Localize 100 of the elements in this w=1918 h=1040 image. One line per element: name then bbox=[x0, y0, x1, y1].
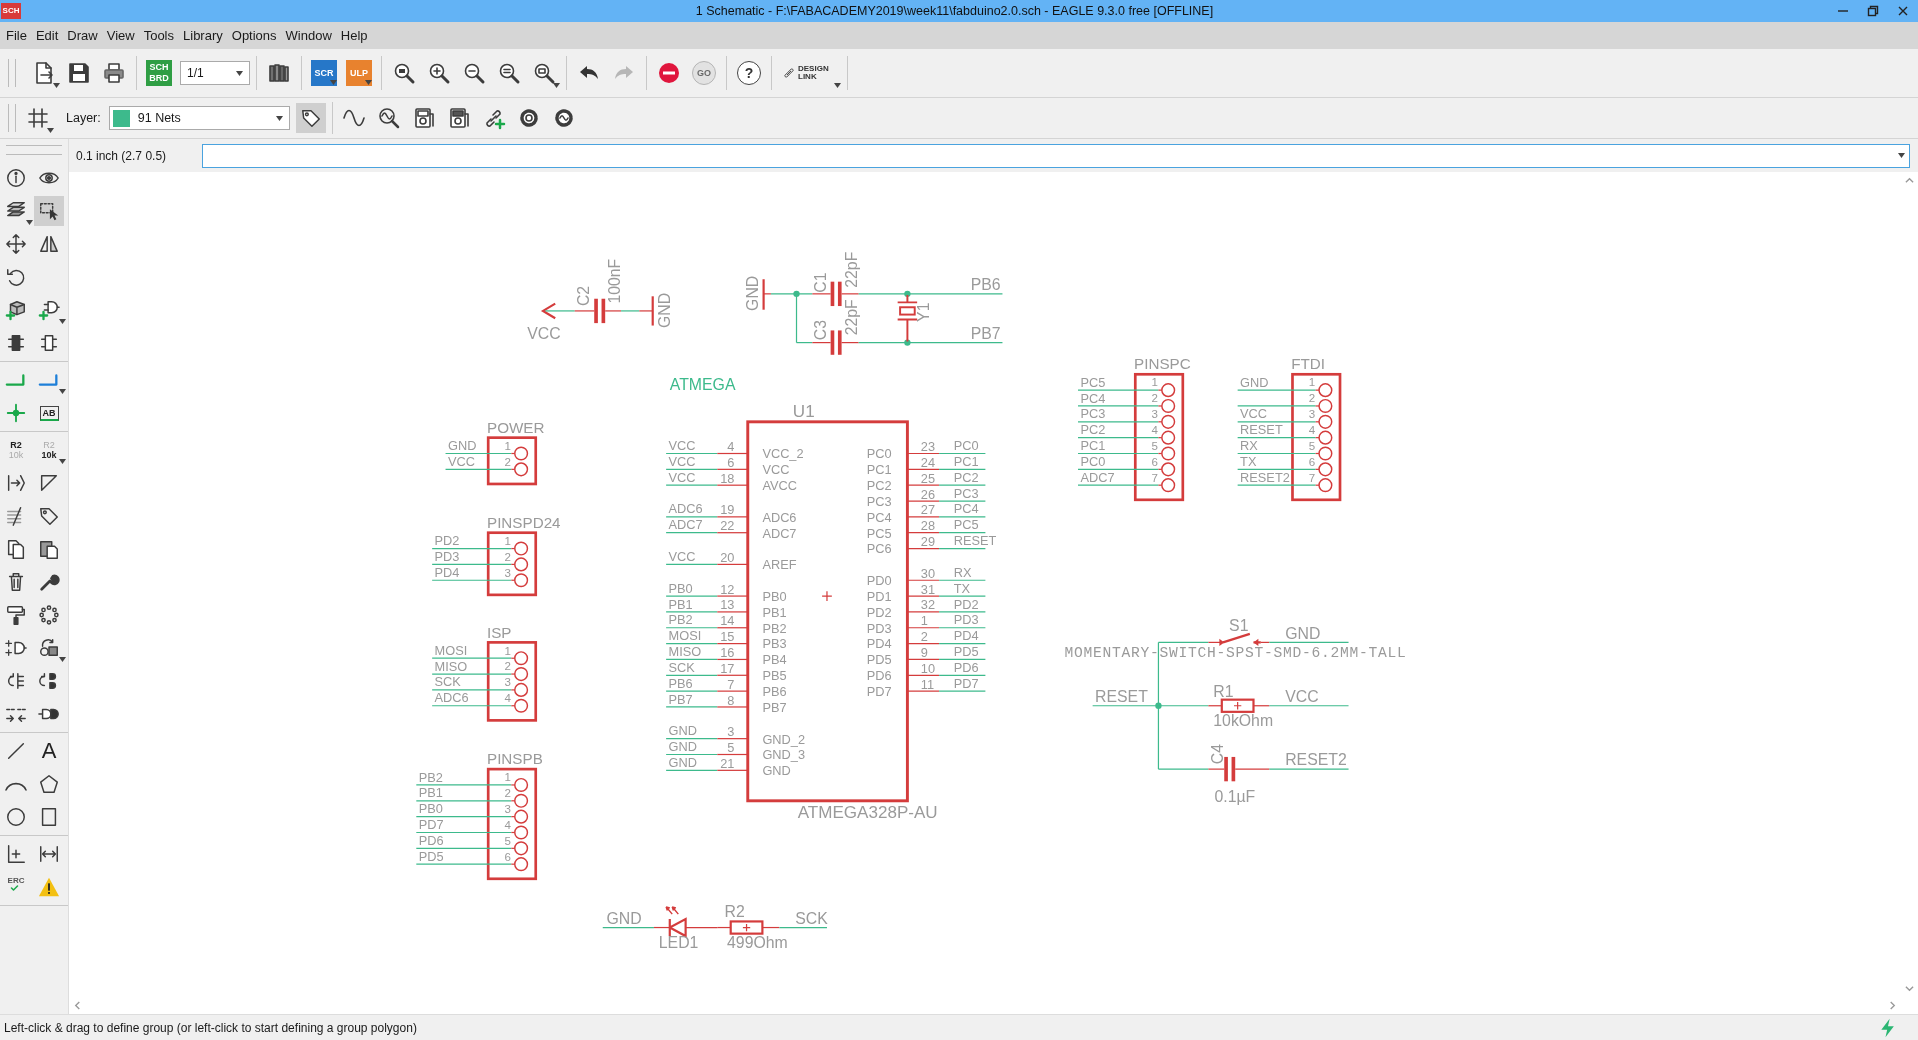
part-name: LED1 bbox=[658, 934, 699, 952]
pin-number: 31 bbox=[920, 581, 936, 597]
pin-number: 22 bbox=[720, 518, 735, 534]
pin-number: 18 bbox=[720, 470, 735, 486]
net-label: MISO bbox=[434, 658, 468, 674]
pin-number: 4 bbox=[1151, 424, 1158, 436]
pin-number: 17 bbox=[720, 660, 735, 676]
net-label: PC3 bbox=[1080, 406, 1106, 422]
tool-button[interactable]: R2 10k bbox=[1, 435, 31, 465]
net-label: PB0 bbox=[668, 580, 693, 596]
net-label: PC1 bbox=[953, 453, 979, 469]
net-label: PC2 bbox=[1080, 422, 1106, 438]
net-label: GND bbox=[743, 275, 761, 311]
part-name: PINSPB bbox=[487, 750, 543, 768]
net-label: PD2 bbox=[953, 596, 979, 612]
net-label: PB2 bbox=[668, 612, 693, 628]
pin-number: 5 bbox=[1151, 439, 1158, 452]
menu-item[interactable]: Library bbox=[179, 28, 227, 43]
net-label: PB0 bbox=[418, 801, 443, 817]
pin-name: PD4 bbox=[866, 636, 892, 652]
pin-name: PB7 bbox=[762, 699, 787, 715]
net-label: SCK bbox=[434, 674, 461, 690]
net-label: PD3 bbox=[434, 549, 460, 564]
net-label: PC1 bbox=[1080, 438, 1106, 454]
part-name: POWER bbox=[487, 418, 545, 436]
net-label: PD4 bbox=[953, 628, 979, 644]
net-label: GND bbox=[448, 438, 477, 454]
tool-button[interactable]: R2 10k bbox=[34, 435, 64, 465]
net-label: ADC7 bbox=[1080, 469, 1115, 485]
pin-number: 1 bbox=[504, 534, 511, 547]
pin-name: GND_3 bbox=[762, 747, 805, 763]
net-label: VCC bbox=[668, 549, 696, 564]
pin-name: ADC7 bbox=[762, 525, 797, 541]
pin-number: 3 bbox=[1151, 408, 1158, 421]
pin-name: PD1 bbox=[866, 588, 892, 604]
net-label: PD6 bbox=[418, 832, 444, 848]
pin-number: 9 bbox=[920, 645, 928, 660]
net-label: PD2 bbox=[434, 533, 460, 549]
pin-number: 20 bbox=[720, 549, 735, 565]
net-label: PC0 bbox=[953, 438, 979, 454]
pin-number: 24 bbox=[920, 454, 936, 470]
tool-button[interactable]: ERC bbox=[1, 872, 31, 902]
net-label: PC5 bbox=[1080, 374, 1106, 390]
part-value: 100nF bbox=[605, 258, 623, 304]
net-label: PD5 bbox=[953, 644, 979, 660]
pin-number: 3 bbox=[504, 676, 511, 689]
pin-number: 6 bbox=[1308, 455, 1316, 468]
part-value: 0.1µF bbox=[1214, 788, 1256, 805]
net-label: TX bbox=[953, 580, 971, 596]
pin-number: 6 bbox=[504, 850, 511, 863]
pin-name: PC3 bbox=[866, 493, 892, 509]
net-label: SCK bbox=[795, 909, 828, 927]
net-label: PD6 bbox=[953, 659, 979, 675]
sheet-select[interactable]: 1/1 bbox=[180, 61, 250, 85]
pin-number: 10 bbox=[920, 660, 936, 676]
menu-item[interactable]: Help bbox=[336, 28, 372, 43]
pin-name: PB5 bbox=[762, 668, 787, 684]
net-label: SCK bbox=[668, 659, 695, 675]
link-button[interactable]: DESIGN LINK bbox=[778, 57, 841, 89]
net-label: GND bbox=[655, 292, 673, 328]
layer-label: Layer: bbox=[66, 111, 101, 125]
net-label: RESET bbox=[953, 533, 997, 549]
net-label: RESET bbox=[1240, 422, 1283, 438]
tool-button[interactable]: A bbox=[34, 736, 64, 766]
net-label: ADC6 bbox=[434, 690, 469, 706]
pin-number: 1 bbox=[504, 771, 511, 784]
pin-name: PD5 bbox=[866, 652, 892, 668]
pin-number: 2 bbox=[920, 629, 928, 645]
pin-number: 4 bbox=[504, 692, 511, 705]
menu-item[interactable]: Tools bbox=[139, 28, 178, 43]
pin-number: 26 bbox=[920, 486, 936, 502]
part-value: 22pF bbox=[843, 251, 861, 288]
menu-item[interactable]: File bbox=[2, 28, 31, 43]
layer-select[interactable]: 91 Nets bbox=[108, 106, 290, 130]
part-name: ISP bbox=[487, 623, 512, 641]
menu-item[interactable]: View bbox=[102, 28, 139, 43]
part-name: C1 bbox=[811, 272, 829, 293]
menu-item[interactable]: Draw bbox=[63, 28, 102, 43]
menu-item[interactable]: Options bbox=[227, 28, 281, 43]
menu-item[interactable]: Edit bbox=[31, 28, 63, 43]
net-label: MISO bbox=[668, 644, 702, 660]
pin-number: 3 bbox=[727, 724, 735, 740]
pin-name: AREF bbox=[762, 557, 797, 573]
part-name: U1 bbox=[792, 401, 815, 421]
pin-number: 2 bbox=[504, 787, 511, 800]
menu-item[interactable]: Window bbox=[281, 28, 336, 43]
pin-number: 3 bbox=[1308, 408, 1316, 421]
net-label: RESET2 bbox=[1240, 469, 1290, 485]
pin-name: PD0 bbox=[866, 573, 892, 589]
net-label: PC4 bbox=[1080, 390, 1106, 406]
pin-number: 28 bbox=[920, 518, 936, 534]
round-button[interactable]: ? bbox=[737, 61, 761, 85]
net-label: MOSI bbox=[668, 628, 702, 644]
badge-button[interactable]: SCR bbox=[311, 60, 337, 86]
pin-number: 32 bbox=[920, 597, 936, 613]
part-name: R2 bbox=[724, 902, 745, 920]
tool-button[interactable]: AB bbox=[34, 398, 64, 428]
pin-number: 1 bbox=[1151, 376, 1158, 389]
pin-number: 5 bbox=[504, 834, 511, 847]
pin-name: PC1 bbox=[866, 462, 892, 478]
